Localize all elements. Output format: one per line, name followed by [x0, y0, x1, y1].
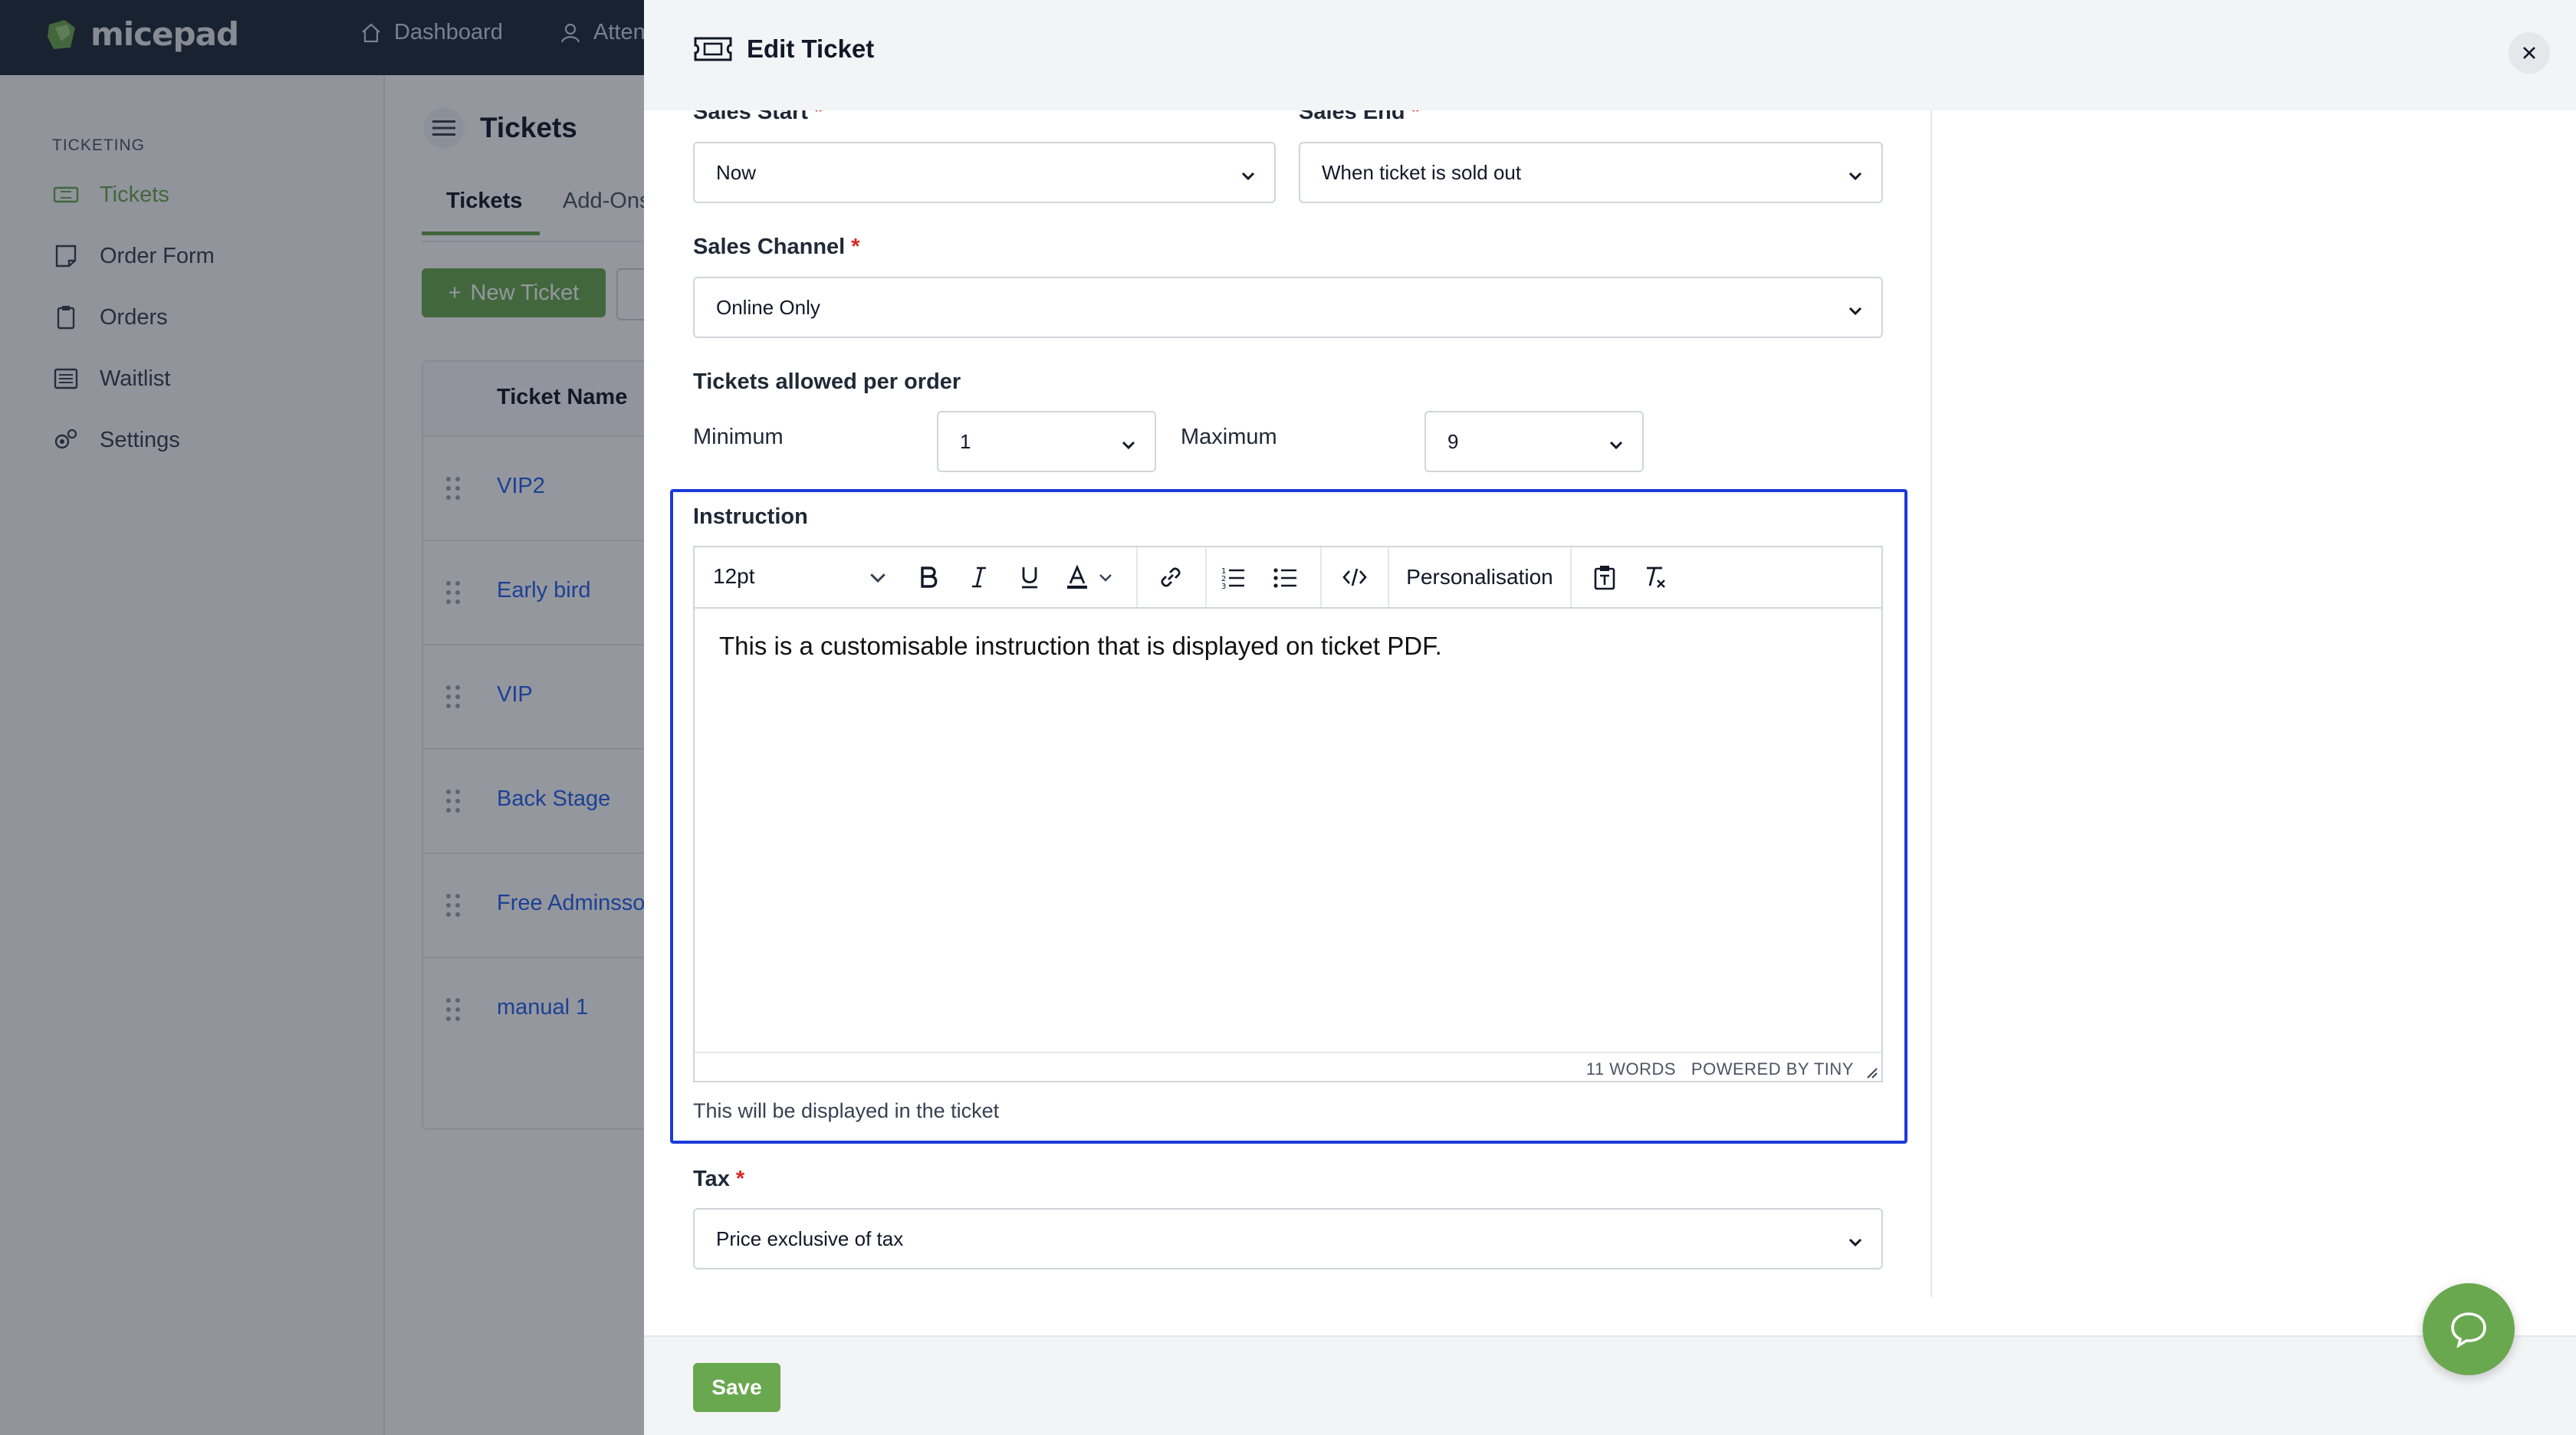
save-button[interactable]: Save [693, 1363, 780, 1412]
tax-label-text: Tax [693, 1167, 730, 1191]
close-button[interactable] [2509, 32, 2550, 74]
drawer-title-text: Edit Ticket [747, 34, 875, 63]
minimum-select[interactable]: 1 [937, 411, 1156, 472]
tax-value: Price exclusive of tax [716, 1227, 904, 1250]
clear-formatting-button[interactable] [1630, 547, 1681, 607]
ticket-icon [694, 37, 732, 61]
bullet-list-button[interactable] [1259, 547, 1311, 607]
chevron-down-icon [1848, 307, 1862, 316]
italic-icon [972, 566, 986, 588]
required-mark: * [851, 235, 860, 259]
sales-channel-select[interactable]: Online Only [693, 277, 1883, 338]
sales-channel-label-text: Sales Channel [693, 235, 846, 259]
editor-status-text: 11 WORDS POWERED BY TINY [1586, 1059, 1854, 1079]
font-size-dropdown[interactable]: 12pt [695, 547, 902, 607]
numbered-list-button[interactable]: 123 [1207, 547, 1259, 607]
insert-link-button[interactable] [1138, 547, 1204, 607]
chat-bubble-icon [2451, 1312, 2486, 1348]
chevron-down-icon [1609, 441, 1623, 450]
chevron-down-icon [1241, 172, 1255, 181]
instruction-hint: This will be displayed in the ticket [693, 1099, 1000, 1122]
bullet-list-icon [1273, 568, 1296, 588]
resize-handle-icon[interactable] [1863, 1064, 1878, 1079]
code-icon [1342, 568, 1367, 586]
chevron-down-icon [1848, 1238, 1862, 1247]
personalisation-label: Personalisation [1406, 565, 1553, 589]
editor-content[interactable]: This is a customisable instruction that … [719, 632, 1442, 661]
drawer-header: Edit Ticket [644, 0, 2576, 110]
edit-ticket-drawer: Sales Start * Sales End * Now When ticket … [644, 0, 2576, 1435]
text-color-button[interactable] [1055, 547, 1124, 607]
font-size-value: 12pt [713, 564, 755, 588]
paste-as-text-button[interactable] [1572, 547, 1638, 607]
drawer-footer: Save [644, 1335, 2576, 1435]
form-column-divider [1930, 110, 1932, 1297]
edit-ticket-form: Sales Start * Sales End * Now When ticket … [670, 0, 1937, 1303]
sales-end-value: When ticket is sold out [1322, 161, 1522, 184]
bold-icon [921, 566, 938, 588]
paste-text-icon [1594, 566, 1615, 590]
source-code-button[interactable] [1322, 547, 1388, 607]
clear-formatting-icon [1647, 566, 1665, 588]
sales-start-select[interactable]: Now [693, 142, 1276, 203]
instruction-label: Instruction [693, 504, 808, 529]
powered-by-link[interactable]: POWERED BY TINY [1691, 1059, 1854, 1079]
drawer-title: Edit Ticket [693, 34, 874, 64]
sales-channel-label: Sales Channel * [693, 235, 860, 260]
maximum-label: Maximum [1181, 425, 1277, 449]
editor-statusbar: 11 WORDS POWERED BY TINY [695, 1052, 1881, 1082]
bold-button[interactable] [903, 547, 954, 607]
personalisation-button[interactable]: Personalisation [1389, 547, 1570, 607]
sales-channel-value: Online Only [716, 296, 820, 319]
minimum-label: Minimum [693, 425, 784, 449]
word-count: 11 WORDS [1585, 1059, 1677, 1079]
tax-select[interactable]: Price exclusive of tax [693, 1208, 1883, 1269]
maximum-select[interactable]: 9 [1424, 411, 1644, 472]
italic-button[interactable] [954, 547, 1004, 607]
help-chat-button[interactable] [2423, 1283, 2515, 1375]
chevron-down-icon [1099, 574, 1112, 582]
chevron-down-icon [1848, 172, 1862, 181]
rich-text-editor: 12pt 1 2 3 Personalisation This is a cus… [693, 546, 1883, 1082]
maximum-value: 9 [1447, 430, 1459, 453]
chevron-down-icon [1122, 441, 1135, 450]
sales-end-select[interactable]: When ticket is sold out [1299, 142, 1883, 203]
chevron-down-icon [870, 573, 886, 583]
close-icon [2523, 47, 2535, 59]
required-mark: * [735, 1167, 745, 1191]
text-color-icon [1067, 564, 1087, 589]
link-icon [1161, 567, 1181, 587]
svg-text:3: 3 [1221, 583, 1226, 590]
numbered-list-icon: 123 [1221, 567, 1244, 590]
editor-toolbar: 12pt 1 2 3 Personalisation [695, 547, 1881, 609]
sales-start-value: Now [716, 161, 757, 184]
underline-icon [1022, 567, 1037, 589]
underline-button[interactable] [1004, 547, 1055, 607]
minimum-value: 1 [960, 430, 971, 453]
tickets-per-order-label: Tickets allowed per order [693, 369, 961, 394]
tax-label: Tax * [693, 1167, 744, 1192]
